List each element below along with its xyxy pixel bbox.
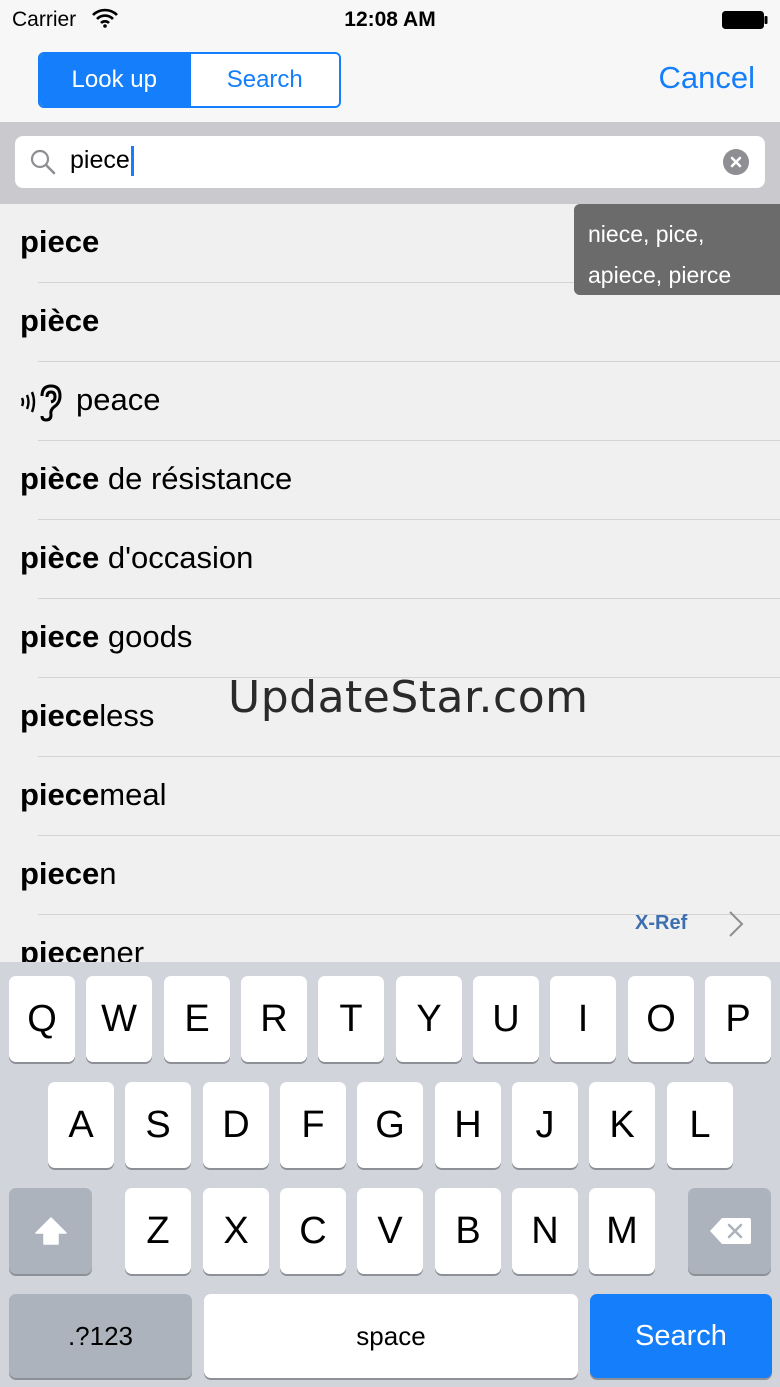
segment-search[interactable]: Search <box>188 54 339 106</box>
numbers-key[interactable]: .?123 <box>9 1294 192 1378</box>
key-r[interactable]: R <box>241 976 307 1062</box>
key-q[interactable]: Q <box>9 976 75 1062</box>
key-h[interactable]: H <box>435 1082 501 1168</box>
key-k[interactable]: K <box>589 1082 655 1168</box>
key-v[interactable]: V <box>357 1188 423 1274</box>
result-text: piecener <box>20 935 145 962</box>
shift-icon <box>34 1217 67 1245</box>
key-o[interactable]: O <box>628 976 694 1062</box>
search-input[interactable]: piece <box>15 136 765 188</box>
result-text: piece goods <box>20 619 193 654</box>
key-z[interactable]: Z <box>125 1188 191 1274</box>
list-item[interactable]: piecemeal <box>0 757 780 836</box>
result-text: pièce d'occasion <box>20 540 254 575</box>
key-f[interactable]: F <box>280 1082 346 1168</box>
navigation-bar: Look up Search Cancel <box>0 40 780 122</box>
mode-segmented-control: Look up Search <box>38 52 341 108</box>
result-text: piecen <box>20 856 117 891</box>
chevron-right-icon[interactable] <box>728 910 744 938</box>
key-b[interactable]: B <box>435 1188 501 1274</box>
shift-key[interactable] <box>9 1188 92 1274</box>
segment-look-up[interactable]: Look up <box>40 54 189 106</box>
key-g[interactable]: G <box>357 1082 423 1168</box>
search-key[interactable]: Search <box>590 1294 772 1378</box>
result-text: peace <box>76 382 161 417</box>
result-text: piece <box>20 224 100 259</box>
results-list: piece pièce peace pièce de résistance pi… <box>0 204 780 962</box>
key-x[interactable]: X <box>203 1188 269 1274</box>
key-d[interactable]: D <box>203 1082 269 1168</box>
key-j[interactable]: J <box>512 1082 578 1168</box>
cancel-button[interactable]: Cancel <box>659 60 756 96</box>
key-s[interactable]: S <box>125 1082 191 1168</box>
result-text: pieceless <box>20 698 155 733</box>
key-i[interactable]: I <box>550 976 616 1062</box>
key-a[interactable]: A <box>48 1082 114 1168</box>
result-text: pièce de résistance <box>20 461 293 496</box>
space-key[interactable]: space <box>204 1294 578 1378</box>
spelling-suggestions-tooltip[interactable]: niece, pice, apiece, pierce <box>574 204 780 295</box>
onscreen-keyboard: Q W E R T Y U I O P A S D F G H J K L Z … <box>0 962 780 1387</box>
watermark: UpdateStar.com <box>228 672 589 723</box>
search-bar: piece <box>0 122 780 204</box>
status-time: 12:08 AM <box>344 8 436 31</box>
key-m[interactable]: M <box>589 1188 655 1274</box>
key-n[interactable]: N <box>512 1188 578 1274</box>
key-e[interactable]: E <box>164 976 230 1062</box>
clear-text-button[interactable] <box>723 149 749 175</box>
status-bar: Carrier 12:08 AM <box>0 0 780 40</box>
search-icon <box>30 149 56 175</box>
key-l[interactable]: L <box>667 1082 733 1168</box>
backspace-key[interactable] <box>688 1188 771 1274</box>
close-icon <box>730 156 742 168</box>
key-u[interactable]: U <box>473 976 539 1062</box>
key-t[interactable]: T <box>318 976 384 1062</box>
key-p[interactable]: P <box>705 976 771 1062</box>
result-text: pièce <box>20 303 100 338</box>
suggestion-line-2: apiece, pierce <box>588 262 732 288</box>
backspace-icon <box>709 1218 751 1244</box>
list-item[interactable]: piecen <box>0 836 780 915</box>
key-y[interactable]: Y <box>396 976 462 1062</box>
battery-icon <box>722 11 768 29</box>
list-item[interactable]: pièce de résistance <box>0 441 780 520</box>
list-item[interactable]: piece goods <box>0 599 780 678</box>
text-caret <box>130 146 134 177</box>
key-w[interactable]: W <box>86 976 152 1062</box>
list-item[interactable]: peace <box>0 362 780 441</box>
xref-link[interactable]: X-Ref <box>635 912 687 935</box>
search-query-text: piece <box>70 146 134 177</box>
ear-sound-icon <box>20 384 62 422</box>
result-text: piecemeal <box>20 777 167 812</box>
key-c[interactable]: C <box>280 1188 346 1274</box>
suggestion-line-1: niece, pice, <box>588 221 705 247</box>
list-item[interactable]: pièce d'occasion <box>0 520 780 599</box>
